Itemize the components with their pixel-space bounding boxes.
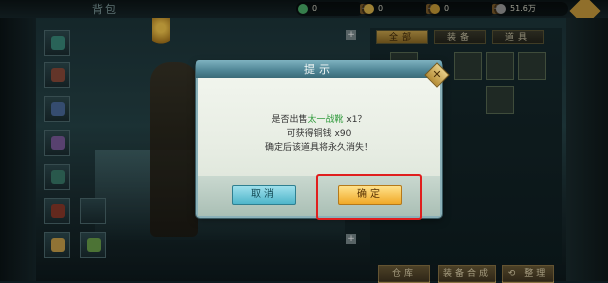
reward-text: 可获得铜钱 x90 — [286, 129, 352, 139]
highlight-annotation-box — [316, 174, 422, 220]
dialog-title: 提示 — [304, 63, 334, 76]
sell-question-prefix: 是否出售 — [271, 115, 308, 125]
cancel-button[interactable]: 取消 — [232, 185, 296, 205]
warning-text: 确定后该道具将永久消失！ — [264, 143, 373, 153]
close-icon: ✕ — [432, 68, 442, 81]
dialog-header: 提示 — [196, 60, 442, 78]
sell-question-suffix: x1？ — [343, 115, 367, 125]
item-name: 太一战靴 — [307, 115, 344, 125]
sell-question: 是否出售太一战靴 x1？ — [198, 112, 440, 125]
